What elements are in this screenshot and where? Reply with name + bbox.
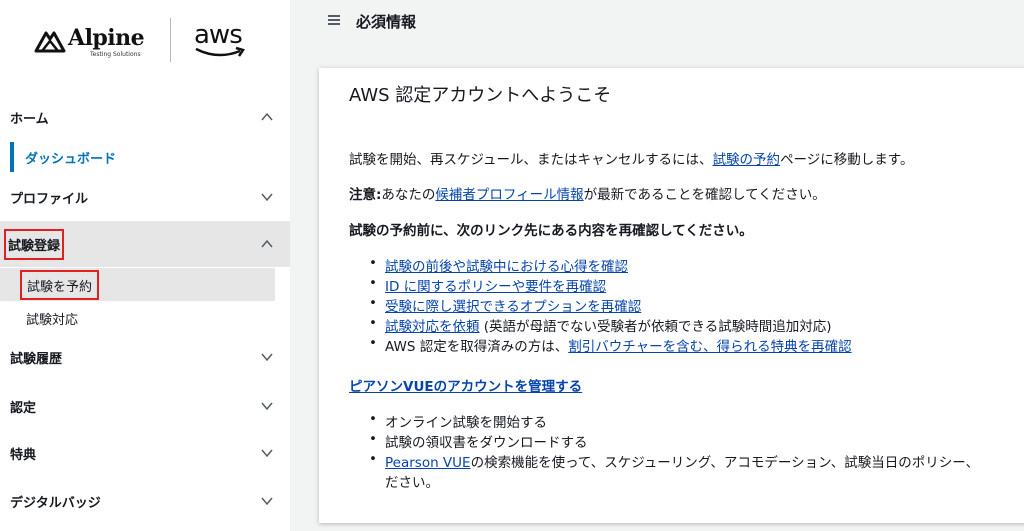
page-title: 必須情報 [356,13,417,31]
list-item: オンライン試験を開始する [369,411,979,431]
chevron-down-icon [261,449,273,458]
top-bar: 必須情報 [290,0,1024,42]
list-item: 試験の前後や試験中における心得を確認 [369,255,852,275]
chevron-down-icon [261,353,273,362]
panel-title: AWS 認定アカウントへようこそ [349,85,612,106]
link-id-policy[interactable]: ID に関するポリシーや要件を再確認 [385,279,606,295]
text: ページに移動します。 [780,152,914,168]
sidebar-item-label: デジタルバッジ [10,495,101,511]
text: の検索機能を使って、スケジューリング、アコモデーション、試験当日のポリシー、 [470,455,980,471]
sidebar-item-profile[interactable]: プロファイル [0,174,290,220]
sidebar-item-label: 認定 [10,400,37,416]
list-item: 試験の領収書をダウンロードする [369,431,979,451]
link-manage-pearson-account[interactable]: ピアソンVUEのアカウントを管理する [349,379,582,395]
pearson-feature-list: オンライン試験を開始する 試験の領収書をダウンロードする Pearson VUE… [369,411,979,491]
paragraph-note: 注意:あなたの候補者プロフィール情報が最新であることを確認してください。 [349,183,826,203]
text: あなたの [381,187,436,203]
list-item: 受験に際し選択できるオプションを再確認 [369,295,852,315]
link-request-accommodation[interactable]: 試験対応を依頼 [385,319,480,335]
aws-smile-icon [195,46,245,57]
logo-area: Alpine Testing Solutions aws [0,0,290,85]
note-label: 注意: [349,187,382,203]
alpine-mountain-icon [34,31,66,53]
sidebar-subitem-label: ダッシュボード [25,151,117,167]
sidebar-subitem-label: 試験対応 [26,312,79,328]
hamburger-menu-icon[interactable] [328,15,340,25]
sidebar-item-benefits[interactable]: 特典 [0,430,290,476]
sidebar-item-exam-registration[interactable]: 試験登録 [0,221,290,267]
sidebar-subitem-exam-accommodation[interactable]: 試験対応 [26,310,79,328]
list-item: Pearson VUEの検索機能を使って、スケジューリング、アコモデーション、試… [369,451,979,471]
welcome-panel: AWS 認定アカウントへようこそ 試験を開始、再スケジュール、またはキャンセルす… [319,68,1024,523]
list-item: AWS 認定を取得済みの方は、割引バウチャーを含む、得られる特典を再確認 [369,335,852,355]
review-link-list: 試験の前後や試験中における心得を確認 ID に関するポリシーや要件を再確認 受験… [369,255,852,355]
text: AWS 認定を取得済みの方は、 [385,339,569,355]
alpine-subtitle: Testing Solutions [90,51,141,58]
alpine-logo: Alpine Testing Solutions [34,25,154,59]
list-item: ID に関するポリシーや要件を再確認 [369,275,852,295]
list-item-continuation: ださい。 [369,471,979,491]
chevron-down-icon [261,193,273,202]
text: (英語が母語でない受験者が依頼できる試験時間追加対応) [479,319,832,335]
sidebar-item-home[interactable]: ホーム [0,94,290,140]
link-benefits[interactable]: 割引バウチャーを含む、得られる特典を再確認 [568,339,851,355]
active-indicator [10,142,14,172]
sidebar-item-label: 試験登録 [4,228,65,260]
sidebar-item-certification[interactable]: 認定 [0,383,290,429]
text: 試験を開始、再スケジュール、またはキャンセルするには、 [349,152,713,168]
link-pearson-vue[interactable]: Pearson VUE [385,455,471,471]
sidebar-item-digital-badges[interactable]: デジタルバッジ [0,478,290,524]
sidebar: Alpine Testing Solutions aws ホーム ダッシュボード… [0,0,290,531]
list-item: 試験対応を依頼 (英語が母語でない受験者が依頼できる試験時間追加対応) [369,315,852,335]
sidebar-item-label: プロファイル [10,191,89,207]
link-exam-reservation[interactable]: 試験の予約 [713,152,781,168]
alpine-wordmark: Alpine [68,25,145,51]
text: ださい。 [385,475,439,491]
link-exam-options[interactable]: 受験に際し選択できるオプションを再確認 [385,299,641,315]
pearson-account-row: ピアソンVUEのアカウントを管理する [349,375,582,395]
link-exam-tips[interactable]: 試験の前後や試験中における心得を確認 [385,259,628,275]
chevron-down-icon [261,402,273,411]
sidebar-item-label: 試験履歴 [10,351,63,367]
chevron-down-icon [261,497,273,506]
paragraph-review-heading: 試験の予約前に、次のリンク先にある内容を再確認してください。 [349,223,753,239]
link-candidate-profile[interactable]: 候補者プロフィール情報 [435,187,583,203]
sidebar-item-label: 特典 [10,447,37,463]
sidebar-subitem-label: 試験を予約 [27,279,93,295]
chevron-up-icon [261,239,273,248]
logo-divider [170,18,171,62]
text: が最新であることを確認してください。 [583,187,826,203]
sidebar-subitem-reserve-exam[interactable]: 試験を予約 [20,270,100,300]
chevron-up-icon [261,112,273,121]
sidebar-item-label: ホーム [10,111,49,127]
sidebar-item-exam-history[interactable]: 試験履歴 [0,334,290,380]
sidebar-subitem-dashboard[interactable]: ダッシュボード [10,142,116,172]
paragraph-schedule: 試験を開始、再スケジュール、またはキャンセルするには、試験の予約ページに移動しま… [349,148,913,168]
